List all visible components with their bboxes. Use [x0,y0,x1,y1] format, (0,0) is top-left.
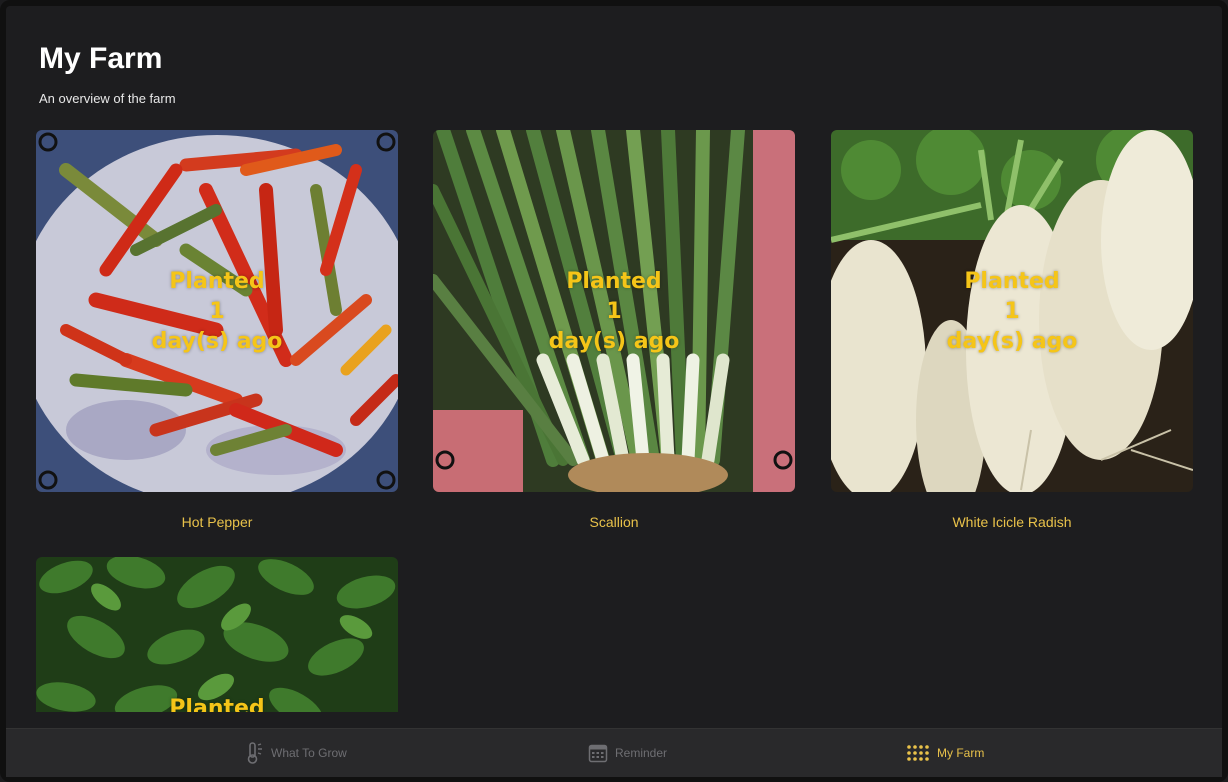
planted-label: Planted [964,269,1060,294]
tab-what-to-grow[interactable]: What To Grow [244,729,347,777]
planted-days: 1 [1004,299,1020,324]
planted-label: Planted [169,269,265,294]
tab-label: My Farm [937,746,985,760]
crop-card-leafy[interactable]: Planted [36,557,398,712]
page-subtitle: An overview of the farm [39,91,176,106]
page-title: My Farm [39,42,163,75]
planted-days: 1 [606,299,622,324]
thermometer-sun-icon [244,741,264,765]
crop-card-hot-pepper[interactable]: Planted 1 day(s) ago Hot Pepper [36,130,398,530]
tab-my-farm[interactable]: My Farm [906,729,984,777]
tab-reminder[interactable]: Reminder [588,729,667,777]
hot-pepper-photo: Planted 1 day(s) ago [36,130,398,492]
planted-status: Planted 1 day(s) ago [36,267,398,357]
tab-label: Reminder [615,746,668,760]
scallion-photo: Planted 1 day(s) ago [433,130,795,492]
planted-unit: day(s) ago [946,329,1078,354]
calendar-icon [588,743,608,763]
planted-label: Planted [169,696,265,712]
crop-name[interactable]: Hot Pepper [36,514,398,530]
crop-name[interactable]: White Icicle Radish [831,514,1193,530]
crop-card-white-icicle-radish[interactable]: Planted 1 day(s) ago White Icicle Radish [831,130,1193,530]
white-icicle-radish-photo: Planted 1 day(s) ago [831,130,1193,492]
grid-dots-icon [906,744,930,762]
planted-status: Planted [36,694,398,712]
planted-unit: day(s) ago [151,329,283,354]
tab-label: What To Grow [271,746,347,760]
basil-leaves-photo: Planted [36,557,398,712]
planted-unit: day(s) ago [548,329,680,354]
crop-name[interactable]: Scallion [433,514,795,530]
planted-days: 1 [209,299,225,324]
planted-status: Planted 1 day(s) ago [831,267,1193,357]
tab-bar: What To Grow Reminder My Farm [6,728,1222,777]
planted-status: Planted 1 day(s) ago [433,267,795,357]
crop-card-scallion[interactable]: Planted 1 day(s) ago Scallion [433,130,795,530]
planted-label: Planted [566,269,662,294]
